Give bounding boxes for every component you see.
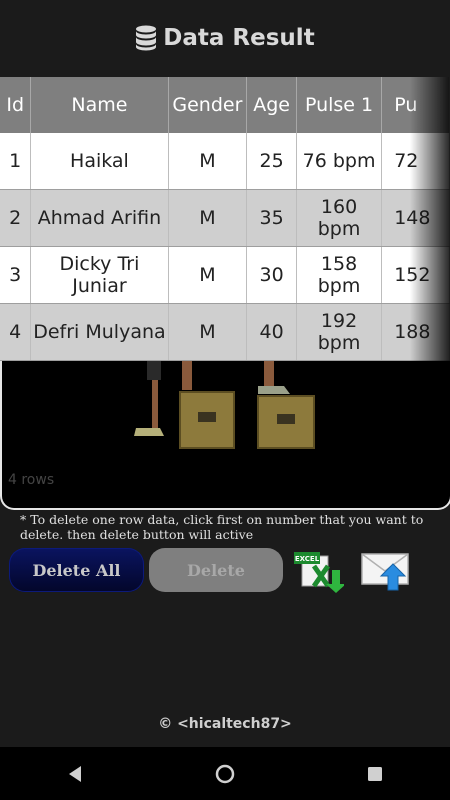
age-cell: 40 [246, 303, 297, 361]
gender-cell: M [168, 189, 248, 247]
app-header: Data Result [0, 0, 450, 76]
data-table[interactable]: Id Name Gender Age Pulse 1 Pu 1 Haikal M… [0, 77, 450, 361]
name-cell: Ahmad Arifin [30, 189, 169, 247]
back-icon [69, 765, 81, 782]
nav-back-button[interactable] [35, 747, 115, 800]
column-header-age: Age [246, 77, 297, 133]
name-cell: Dicky Tri Juniar [30, 246, 169, 304]
email-send-icon[interactable] [358, 546, 414, 592]
row-id-cell[interactable]: 4 [0, 303, 32, 361]
pulse-2-cell: 152 [381, 246, 450, 304]
database-icon [136, 25, 157, 51]
excel-export-icon[interactable]: EXCEL [292, 548, 344, 594]
pulse-2-cell: 148 [381, 189, 450, 247]
pulse-2-cell: 188 [381, 303, 450, 361]
pulse-1-cell: 160 bpm [296, 189, 383, 247]
row-count: 4 rows [8, 472, 55, 488]
pulse-1-cell: 158 bpm [296, 246, 383, 304]
table-row[interactable]: 2 Ahmad Arifin M 35 160 bpm 148 [0, 189, 450, 247]
pulse-2-cell: 72 [381, 133, 450, 190]
page-title: Data Result [163, 25, 315, 51]
age-cell: 35 [246, 189, 297, 247]
table-row[interactable]: 1 Haikal M 25 76 bpm 72 [0, 133, 450, 190]
column-header-id: Id [0, 77, 32, 133]
nav-recents-button[interactable] [335, 747, 415, 800]
row-id-cell[interactable]: 1 [0, 133, 32, 190]
copyright-footer: © <hicaltech87> [158, 716, 292, 732]
column-header-gender: Gender [168, 77, 248, 133]
column-header-pulse-1: Pulse 1 [296, 77, 383, 133]
table-row[interactable]: 3 Dicky Tri Juniar M 30 158 bpm 152 [0, 246, 450, 304]
table-row[interactable]: 4 Defri Mulyana M 40 192 bpm 188 [0, 303, 450, 361]
name-cell: Defri Mulyana [30, 303, 169, 361]
age-cell: 30 [246, 246, 297, 304]
nav-home-button[interactable] [185, 747, 265, 800]
gender-cell: M [168, 133, 248, 190]
delete-all-button[interactable]: Delete All [9, 548, 144, 592]
row-id-cell[interactable]: 2 [0, 189, 32, 247]
pulse-1-cell: 192 bpm [296, 303, 383, 361]
column-header-name: Name [30, 77, 169, 133]
name-cell: Haikal [30, 133, 169, 190]
table-header-row: Id Name Gender Age Pulse 1 Pu [0, 77, 450, 133]
age-cell: 25 [246, 133, 297, 190]
recents-icon [368, 766, 382, 781]
gender-cell: M [168, 303, 248, 361]
step-test-illustration [134, 360, 315, 449]
column-header-pulse-2: Pu [381, 77, 450, 133]
home-icon [215, 764, 235, 783]
row-id-cell[interactable]: 3 [0, 246, 32, 304]
delete-instruction-note: * To delete one row data, click first on… [20, 512, 424, 542]
gender-cell: M [168, 246, 248, 304]
pulse-1-cell: 76 bpm [296, 133, 383, 190]
delete-button[interactable]: Delete [149, 548, 283, 592]
svg-text:EXCEL: EXCEL [295, 555, 320, 563]
system-navigation-bar [0, 747, 450, 800]
